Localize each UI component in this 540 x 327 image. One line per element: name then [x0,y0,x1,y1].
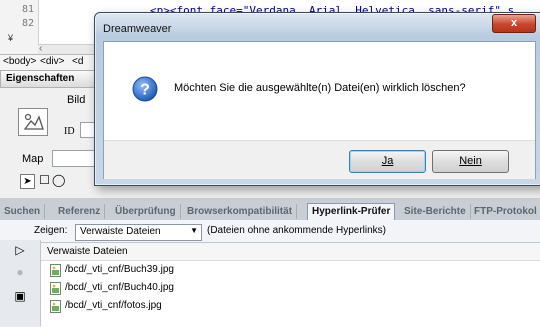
dialog-message: Möchten Sie die ausgewählte(n) Datei(en)… [174,82,466,94]
show-dropdown[interactable]: Verwaiste Dateien ▼ [75,224,202,241]
show-label: Zeigen: [34,225,68,236]
tag-div[interactable]: <div> [40,56,64,67]
image-file-icon [50,264,61,277]
link-checker-panel: Zeigen: Verwaiste Dateien ▼ (Dateien ohn… [0,220,540,327]
image-file-icon [50,300,61,313]
no-button[interactable]: Nein [432,150,509,173]
dialog-title: Dreamweaver [103,23,172,35]
yes-button-label: Ja [381,155,394,167]
svg-text:?: ? [140,82,150,99]
chevron-down-icon[interactable]: ▼ [190,226,198,235]
list-item[interactable]: /bcd/_vti_cnf/Buch39.jpg [41,262,540,279]
play-check-icon[interactable]: ▷ [14,244,26,256]
line-number-gutter: 81 82 ¥ [0,0,39,54]
side-toolbar: ▷ ● ▣ [0,240,41,326]
line-number: 81 [22,4,35,15]
tab-referenz[interactable]: Referenz [54,204,106,219]
file-path: /bcd/_vti_cnf/fotos.jpg [65,300,162,311]
id-label: ID [64,126,75,137]
tab-browserkompatibilitaet[interactable]: Browserkompatibilität [183,204,298,219]
tab-suchen[interactable]: Suchen [0,204,46,219]
tab-ueberpruefung[interactable]: Überprüfung [111,204,181,219]
question-icon: ? [132,76,158,102]
show-description: (Dateien ohne ankommende Hyperlinks) [207,225,386,236]
rectangle-hotspot-icon[interactable]: ☐ [38,174,51,187]
orphaned-files-list: Verwaiste Dateien /bcd/_vti_cnf/Buch39.j… [41,242,540,327]
line-number: 82 [22,18,35,29]
file-path: /bcd/_vti_cnf/Buch39.jpg [65,264,174,275]
results-tabs: Suchen Referenz Überprüfung Browserkompa… [0,202,540,221]
save-report-icon[interactable]: ▣ [14,290,26,302]
list-item[interactable]: /bcd/_vti_cnf/fotos.jpg [41,298,540,315]
image-thumbnail-icon [18,108,48,136]
circle-hotspot-icon[interactable]: ◯ [52,174,65,187]
collapse-arrow-icon[interactable]: ¥ [8,33,13,43]
column-header-label: Verwaiste Dateien [47,246,128,257]
image-file-icon [50,282,61,295]
map-label: Map [22,153,44,165]
property-inspector-title: Eigenschaften [6,73,75,84]
property-inspector-header[interactable]: Eigenschaften [0,70,102,88]
close-button[interactable]: x [492,14,536,33]
dialog-content: ? Möchten Sie die ausgewählte(n) Datei(e… [103,41,536,179]
scroll-left-icon[interactable]: ‹ [39,43,42,54]
stop-icon[interactable]: ● [14,266,26,278]
dialog-button-bar: Ja Nein [104,140,535,179]
no-button-label: Nein [459,155,482,167]
show-dropdown-value: Verwaiste Dateien [80,226,161,237]
yes-button[interactable]: Ja [349,150,426,173]
list-column-header[interactable]: Verwaiste Dateien [41,243,540,261]
pointer-tool-icon[interactable]: ➤ [20,174,35,189]
tab-site-berichte[interactable]: Site-Berichte [400,204,471,219]
tag-d[interactable]: <d [72,56,83,67]
tag-body[interactable]: <body> [3,56,36,67]
image-label: Bild [67,94,86,106]
list-item[interactable]: /bcd/_vti_cnf/Buch40.jpg [41,280,540,297]
confirm-delete-dialog: Dreamweaver x ? Möchten Sie die ausgewäh… [94,12,540,186]
tab-hyperlink-pruefer[interactable]: Hyperlink-Prüfer [307,203,396,221]
file-path: /bcd/_vti_cnf/Buch40.jpg [65,282,174,293]
tab-ftp-protokoll[interactable]: FTP-Protokol [470,204,540,219]
